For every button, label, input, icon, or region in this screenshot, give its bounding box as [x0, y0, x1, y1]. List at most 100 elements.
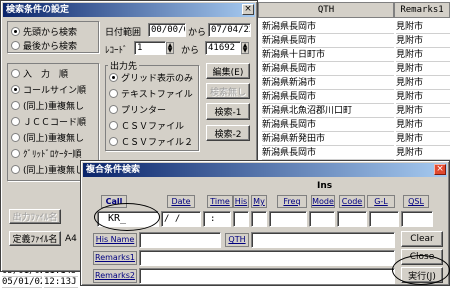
call-field[interactable]: KR_ [97, 211, 159, 227]
radio-dot-icon [109, 89, 118, 98]
column-call-button[interactable]: Call [101, 195, 127, 208]
clear-button[interactable]: Clear [401, 231, 443, 247]
date-from-field[interactable]: 00/00/00 [148, 23, 186, 37]
record-to-field[interactable]: 41692 [205, 41, 241, 55]
compound-search-window: 複合条件検索 × Ins Call Date Time His My Freq … [80, 160, 450, 286]
time-field[interactable]: : [203, 211, 231, 227]
radio-output-csv[interactable]: ＣＳＶファイル [109, 119, 184, 132]
radio-dot-icon [11, 27, 20, 36]
radio-output-printer[interactable]: プリンター [109, 103, 166, 116]
execute-button[interactable]: 実行(J) [401, 267, 443, 283]
search2-button[interactable]: 検索-2 [206, 125, 250, 141]
close-icon: × [244, 4, 252, 14]
definition-filename-button[interactable]: 定義ﾌｧｲﾙ名 [9, 231, 61, 246]
radio-dot-icon [109, 105, 118, 114]
record-from-field[interactable]: 1 [134, 41, 166, 55]
output-filename-button[interactable]: 出力ﾌｧｲﾙ名 [9, 209, 61, 224]
my-field[interactable] [251, 211, 267, 227]
column-time-button[interactable]: Time [207, 195, 233, 208]
radio-dot-icon [11, 85, 20, 94]
radio-sort-jcc[interactable]: ＪＣＣコード順 [11, 115, 86, 128]
no-search-button[interactable]: 検索無し [206, 83, 250, 99]
table-cell-qth[interactable]: 新潟県長岡市 [262, 20, 394, 34]
table-cell-qth[interactable]: 新潟県十日町市 [262, 48, 394, 62]
radio-sort-grid[interactable]: ｸﾞﾘｯﾄﾞﾛｹｰﾀｰ順 [11, 147, 82, 160]
table-cell-remarks1[interactable]: 見附市 [396, 76, 450, 90]
code-field[interactable] [337, 211, 367, 227]
table-cell-qth[interactable]: 新潟県新潟市 [262, 76, 394, 90]
record-from-spin[interactable]: ▲ ▼ [166, 42, 174, 54]
radio-dot-icon [109, 73, 118, 82]
his-field[interactable] [233, 211, 249, 227]
table-cell-remarks1[interactable]: 見附市 [396, 146, 450, 160]
table-cell-qth[interactable]: 新潟県長岡市 [262, 90, 394, 104]
column-gl-button[interactable]: G-L [367, 195, 395, 208]
radio-dot-icon [11, 133, 20, 142]
his-name-field[interactable] [139, 232, 221, 248]
table-cell-qth[interactable]: 新潟県長岡市 [262, 62, 394, 76]
column-qsl-button[interactable]: QSL [403, 195, 429, 208]
record-to-spin[interactable]: ▲ ▼ [241, 42, 249, 54]
table-cell-qth[interactable]: 新潟県新発田市 [262, 132, 394, 146]
column-mode-button[interactable]: Mode [311, 195, 335, 208]
radio-output-grid[interactable]: グリッド表示のみ [109, 71, 193, 84]
radio-sort-jcc-unique[interactable]: (同上)重複無し [11, 131, 84, 144]
table-cell-remarks1[interactable]: 見附市 [396, 132, 450, 146]
radio-dot-icon [11, 69, 20, 78]
insert-mode-indicator: Ins [317, 181, 333, 191]
table-cell-qth[interactable]: 新潟県長岡市 [262, 118, 394, 132]
freq-field[interactable] [269, 211, 307, 227]
radio-sort-callsign[interactable]: コールサイン順 [11, 83, 86, 96]
close-button[interactable]: × [434, 164, 446, 175]
compound-search-titlebar[interactable]: 複合条件検索 [83, 163, 447, 177]
radio-output-text[interactable]: テキストファイル [109, 87, 193, 100]
table-cell-remarks1[interactable]: 見附市 [396, 90, 450, 104]
radio-sort-input-order[interactable]: 入 力 順 [11, 67, 68, 80]
table-cell-remarks1[interactable]: 見附市 [396, 118, 450, 132]
radio-dot-icon [109, 121, 118, 130]
mode-field[interactable] [309, 211, 335, 227]
his-name-button[interactable]: His Name [93, 233, 137, 247]
table-cell-time[interactable]: 12:13J [44, 277, 78, 288]
radio-output-csv2[interactable]: ＣＳＶファイル２ [109, 135, 193, 148]
column-header-qth[interactable]: QTH [258, 2, 394, 18]
table-cell-qth[interactable]: 新潟県長岡市 [262, 146, 394, 160]
remarks2-button[interactable]: Remarks2 [93, 269, 137, 283]
table-cell-remarks1[interactable]: 見附市 [396, 62, 450, 76]
qth-field[interactable] [251, 232, 395, 248]
radio-sort-grid-unique[interactable]: (同上)重複無し [11, 163, 84, 176]
edit-button[interactable]: 編集(E) [206, 63, 250, 79]
remarks1-button[interactable]: Remarks1 [93, 251, 137, 265]
search-settings-titlebar[interactable]: 検索条件の設定 [3, 3, 255, 17]
table-cell-remarks1[interactable]: 見附市 [396, 48, 450, 62]
gl-field[interactable] [369, 211, 399, 227]
column-header-remarks1[interactable]: Remarks1 [394, 2, 450, 18]
radio-dot-icon [11, 149, 20, 158]
column-his-button[interactable]: His [233, 195, 249, 208]
date-to-field[interactable]: 07/04/22 [208, 23, 251, 37]
column-freq-button[interactable]: Freq [277, 195, 307, 208]
radio-dot-icon [109, 137, 118, 146]
table-cell-remarks1[interactable]: 見附市 [396, 34, 450, 48]
qsl-field[interactable] [401, 211, 433, 227]
close-dialog-button[interactable]: Close [401, 249, 443, 265]
radio-search-from-start[interactable]: 先頭から検索 [11, 25, 77, 38]
date-field[interactable]: / / [161, 211, 201, 227]
column-date-button[interactable]: Date [167, 195, 195, 208]
a4-label: A4 [65, 234, 77, 244]
radio-sort-callsign-unique[interactable]: (同上)重複無し [11, 99, 84, 112]
radio-search-from-end[interactable]: 最後から検索 [11, 39, 77, 52]
table-cell-remarks1[interactable]: 見附市 [396, 104, 450, 118]
column-my-button[interactable]: My [251, 195, 267, 208]
table-cell-remarks1[interactable]: 見附市 [396, 20, 450, 34]
table-cell-qth[interactable]: 新潟県長岡市 [262, 34, 394, 48]
table-cell-qth[interactable]: 新潟県北魚沼郡川口町 [262, 104, 394, 118]
column-code-button[interactable]: Code [339, 195, 365, 208]
remarks1-field[interactable] [139, 250, 395, 266]
close-icon: × [436, 164, 444, 174]
search1-button[interactable]: 検索-1 [206, 103, 250, 120]
table-cell-date[interactable]: 05/01/02 [2, 277, 42, 288]
close-button[interactable]: × [242, 4, 254, 15]
qth-button[interactable]: QTH [225, 233, 249, 247]
remarks2-field[interactable] [139, 268, 395, 284]
